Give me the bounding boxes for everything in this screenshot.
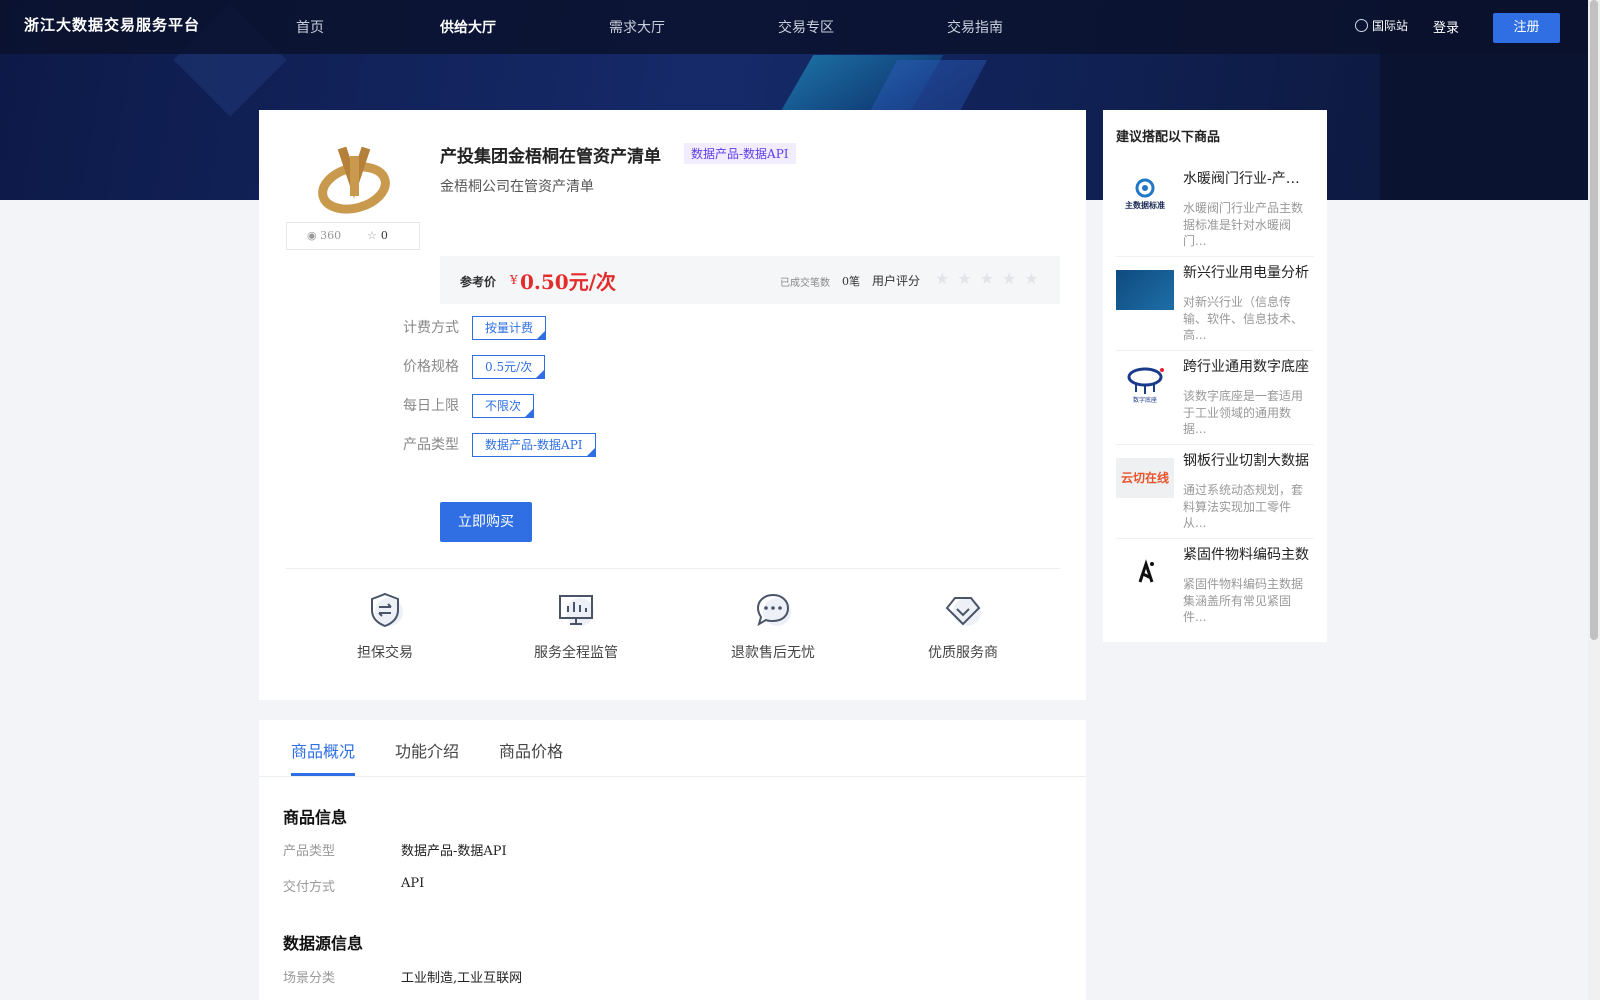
nav-trade-guide[interactable]: 交易指南 [947,17,1003,37]
recommendation-item[interactable]: 云切在线 钢板行业切割大数据 通过系统动态规划，套料算法实现加工零件从... [1116,446,1314,539]
diamond-icon [943,590,983,630]
eye-icon: ◉ [307,229,321,242]
product-stats: ◉ 360 ☆ 0 [286,222,420,250]
intl-site-label: 国际站 [1372,19,1409,33]
feature-label: 优质服务商 [928,645,998,661]
shield-exchange-icon [365,590,405,630]
price-label: 参考价 [460,275,497,289]
login-link[interactable]: 登录 [1433,17,1459,36]
thumb-text: 云切在线 [1121,470,1169,485]
recommendation-name: 跨行业通用数字底座 [1183,359,1309,375]
feature-guarantee: 担保交易 [315,590,455,662]
recommendation-panel: 建议搭配以下商品 主数据标准 水暖阀门行业-产品主数据标准 水暖阀门行业产品主数… [1103,110,1327,642]
spec-label-price: 价格规格 [403,359,459,375]
rating-stars: ★★★★★ [935,269,1047,288]
feature-refund: 退款售后无忧 [703,590,843,662]
product-subtitle: 金梧桐公司在管资产清单 [440,179,594,195]
rating-label: 用户评分 [872,274,921,288]
spec-chip-daily-limit[interactable]: 不限次 [472,394,535,418]
recommendation-title: 建议搭配以下商品 [1116,130,1221,145]
recommendation-desc: 对新兴行业（信息传输、软件、信息技术、高... [1183,295,1304,342]
buy-now-button[interactable]: 立即购买 [440,502,532,542]
monitor-chart-icon [556,590,596,630]
thumb-text: 主数据标准 [1125,200,1165,210]
detail-value-delivery: API [401,876,425,891]
recommendation-name: 水暖阀门行业-产品主数据标准 [1183,171,1311,187]
register-button[interactable]: 注册 [1493,13,1560,43]
spec-chip-price[interactable]: 0.5元/次 [472,355,546,379]
spec-label-daily-limit: 每日上限 [403,398,459,414]
feature-label: 担保交易 [357,645,413,661]
recommendation-thumbnail: 数字底座 [1116,364,1174,404]
intl-site-link[interactable]: 国际站 [1355,17,1408,34]
recommendation-item[interactable]: 数字底座 跨行业通用数字底座 该数字底座是一套适用于工业领域的通用数据... [1116,352,1314,445]
star-outline-icon[interactable]: ☆ [367,229,377,242]
top-nav: 浙江大数据交易服务平台 首页 供给大厅 需求大厅 交易专区 交易指南 国际站 登… [0,0,1588,54]
active-tab-indicator [291,773,355,776]
tab-features[interactable]: 功能介绍 [395,738,459,762]
site-brand[interactable]: 浙江大数据交易服务平台 [24,14,200,35]
product-logo [289,130,419,230]
section-title-data-source: 数据源信息 [283,934,364,953]
divider [286,568,1060,569]
product-type-tag: 数据产品-数据API [684,143,796,164]
price-currency: ¥ [510,273,518,287]
deals-label: 已成交笔数 [780,278,830,289]
feature-supervision: 服务全程监管 [506,590,646,662]
spec-chip-billing[interactable]: 按量计费 [472,316,547,340]
recommendation-name: 新兴行业用电量分析 [1183,265,1309,281]
page-scrollbar[interactable] [1588,0,1600,1000]
nav-trade-zone[interactable]: 交易专区 [778,17,834,37]
detail-label-delivery: 交付方式 [283,880,336,895]
product-card: ◉ 360 ☆ 0 产投集团金梧桐在管资产清单 数据产品-数据API 金梧桐公司在… [259,110,1086,700]
recommendation-thumbnail: 云切在线 [1116,458,1174,498]
recommendation-desc: 该数字底座是一套适用于工业领域的通用数据... [1183,389,1304,436]
tab-pricing[interactable]: 商品价格 [499,738,563,762]
spec-label-product-type: 产品类型 [403,437,459,453]
recommendation-name: 紧固件物料编码主数 [1183,547,1309,563]
view-count: 360 [320,229,342,242]
spec-label-billing: 计费方式 [403,320,459,336]
detail-tabs: 商品概况 功能介绍 商品价格 [259,720,1086,777]
detail-label-product-type: 产品类型 [283,844,336,859]
recommendation-thumbnail [1116,270,1174,310]
tab-overview[interactable]: 商品概况 [291,738,355,762]
feature-label: 服务全程监管 [534,645,618,661]
recommendation-item[interactable]: 紧固件物料编码主数 紧固件物料编码主数据集涵盖所有常见紧固件... [1116,540,1314,632]
spec-chip-product-type[interactable]: 数据产品-数据API [472,433,596,457]
recommendation-desc: 水暖阀门行业产品主数据标准是针对水暖阀门... [1183,201,1304,248]
chat-bubble-icon [753,590,793,630]
feature-label: 退款售后无忧 [731,645,815,661]
section-title-product-info: 商品信息 [283,808,348,827]
feature-quality-provider: 优质服务商 [893,590,1033,662]
detail-value-scene: 工业制造,工业互联网 [401,971,523,986]
recommendation-thumbnail [1116,552,1174,592]
nav-demand-hall[interactable]: 需求大厅 [609,17,665,37]
thumb-text: 数字底座 [1133,396,1157,404]
price-panel: 参考价 ¥ 0.50元/次 已成交笔数 0笔 用户评分 ★★★★★ [440,256,1060,304]
details-card: 商品概况 功能介绍 商品价格 商品信息 产品类型 数据产品-数据API 交付方式… [259,720,1086,1000]
favorite-count: 0 [380,229,388,242]
nav-supply-hall[interactable]: 供给大厅 [440,17,496,37]
detail-label-scene: 场景分类 [283,971,336,986]
recommendation-item[interactable]: 主数据标准 水暖阀门行业-产品主数据标准 水暖阀门行业产品主数据标准是针对水暖阀… [1116,164,1314,257]
recommendation-thumbnail: 主数据标准 [1116,176,1174,216]
product-title: 产投集团金梧桐在管资产清单 [440,147,661,167]
detail-value-product-type: 数据产品-数据API [401,844,507,859]
recommendation-desc: 紧固件物料编码主数据集涵盖所有常见紧固件... [1183,577,1304,624]
nav-home[interactable]: 首页 [296,17,324,37]
deals-value: 0笔 [842,275,860,288]
globe-icon [1355,19,1368,32]
recommendation-name: 钢板行业切割大数据 [1183,453,1309,469]
recommendation-item[interactable]: 新兴行业用电量分析 对新兴行业（信息传输、软件、信息技术、高... [1116,258,1314,351]
recommendation-desc: 通过系统动态规划，套料算法实现加工零件从... [1183,483,1304,530]
price-value: 0.50元/次 [520,270,617,294]
scrollbar-thumb[interactable] [1590,0,1598,640]
